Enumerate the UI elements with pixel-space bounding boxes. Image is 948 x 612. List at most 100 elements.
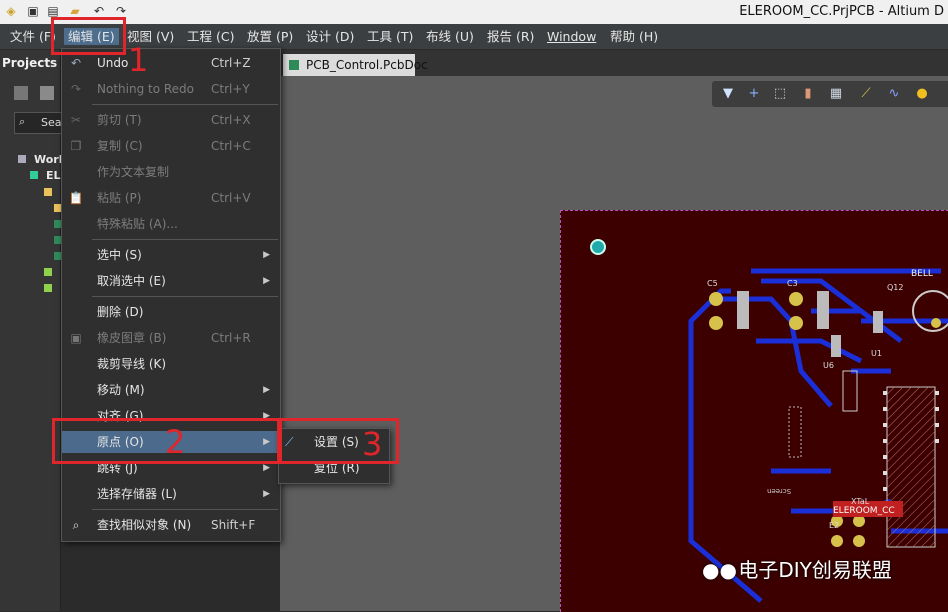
menu-separator: [92, 509, 278, 510]
menu-item-paste-special[interactable]: 特殊粘贴 (A)...: [62, 213, 280, 235]
submenu-arrow-icon: ▶: [263, 276, 270, 286]
undo-icon: ↶: [70, 56, 82, 70]
menu-item-redo[interactable]: ↷ Nothing to Redo Ctrl+Y: [62, 78, 280, 100]
menu-window[interactable]: Window: [547, 28, 596, 45]
menu-project[interactable]: 工程 (C): [187, 28, 234, 45]
submenu-arrow-icon: ▶: [263, 385, 270, 395]
menu-route[interactable]: 布线 (U): [426, 28, 474, 45]
menu-item-label: 选择存储器 (L): [97, 487, 177, 501]
stamp-icon: ▣: [70, 331, 82, 345]
menu-item-shortcut: Ctrl+Y: [211, 82, 250, 96]
menu-item-shortcut: Ctrl+C: [211, 139, 251, 153]
projects-panel-title[interactable]: Projects: [2, 53, 60, 73]
submenu-arrow-icon: ▶: [263, 250, 270, 260]
menu-item-label: 特殊粘贴 (A)...: [97, 217, 178, 231]
crosshair-icon[interactable]: +: [746, 86, 762, 102]
menu-place[interactable]: 放置 (P): [247, 28, 293, 45]
project-search-box[interactable]: ⌕ Sea: [14, 112, 62, 134]
menu-item-label: 裁剪导线 (K): [97, 357, 167, 371]
menu-help[interactable]: 帮助 (H): [610, 28, 658, 45]
menu-item-copy[interactable]: ❐ 复制 (C) Ctrl+C: [62, 135, 280, 157]
search-icon: ⌕: [19, 115, 26, 128]
annotation-step-2: 2: [165, 423, 186, 461]
menu-item-select[interactable]: 选中 (S) ▶: [62, 244, 280, 266]
menu-tools[interactable]: 工具 (T): [367, 28, 413, 45]
open-folder-icon[interactable]: ▰: [68, 4, 82, 18]
menu-item-label: 查找相似对象 (N): [97, 518, 192, 532]
menu-item-label: 复制 (C): [97, 139, 143, 153]
tab-pcb-control[interactable]: PCB_Control.PcbDoc: [283, 54, 428, 76]
pad-icon[interactable]: ●: [914, 86, 930, 102]
redo-icon[interactable]: ↷: [114, 4, 128, 18]
select-rect-icon[interactable]: ⬚: [772, 86, 788, 102]
menu-item-shortcut: Shift+F: [211, 518, 256, 532]
save-all-icon[interactable]: ▤: [46, 4, 60, 18]
menu-item-label: 橡皮图章 (B): [97, 331, 167, 345]
workspace-icon: [18, 155, 26, 163]
menu-item-delete[interactable]: 删除 (D): [62, 301, 280, 323]
menu-item-label: 删除 (D): [97, 305, 144, 319]
annotation-box-edit-menu: [51, 17, 126, 55]
menu-item-move[interactable]: 移动 (M) ▶: [62, 379, 280, 401]
menu-item-label: 粘贴 (P): [97, 191, 142, 205]
copy-icon: ❐: [70, 139, 82, 153]
filter-icon[interactable]: ▼: [720, 86, 736, 102]
menu-item-cut[interactable]: ✂ 剪切 (T) Ctrl+X: [62, 109, 280, 131]
redo-icon: ↷: [70, 82, 82, 96]
menu-item-shortcut: Ctrl+X: [211, 113, 251, 127]
project-node[interactable]: EL: [46, 169, 61, 182]
menu-item-deselect[interactable]: 取消选中 (E) ▶: [62, 270, 280, 292]
label-eleroom: ELEROOM_CC: [833, 506, 895, 516]
submenu-arrow-icon: ▶: [263, 489, 270, 499]
pcb-document-icon: [289, 60, 299, 70]
scissors-icon: ✂: [70, 113, 82, 127]
pcb-traces: [590, 239, 948, 603]
projects-panel: [0, 50, 61, 611]
menu-item-rubber-stamp[interactable]: ▣ 橡皮图章 (B) Ctrl+R: [62, 327, 280, 349]
label-screen: Screen: [767, 487, 792, 495]
menu-item-shortcut: Ctrl+V: [211, 191, 251, 205]
label-q12: Q12: [887, 283, 904, 292]
menu-item-shortcut: Ctrl+R: [211, 331, 251, 345]
menu-reports[interactable]: 报告 (R): [487, 28, 534, 45]
annotation-step-3: 3: [362, 425, 383, 463]
label-xtal: XTaL: [851, 497, 870, 506]
component-icon[interactable]: ▦: [828, 86, 844, 102]
menu-item-paste[interactable]: 📋 粘贴 (P) Ctrl+V: [62, 187, 280, 209]
menu-item-find-similar[interactable]: ⌕ 查找相似对象 (N) Shift+F: [62, 514, 280, 536]
route-icon[interactable]: ⟋: [858, 86, 874, 102]
align-icon[interactable]: ▮: [800, 86, 816, 102]
menu-item-shortcut: Ctrl+Z: [211, 56, 251, 70]
menu-item-undo[interactable]: ↶ Undo Ctrl+Z: [62, 52, 280, 74]
menu-item-selection-memory[interactable]: 选择存储器 (L) ▶: [62, 483, 280, 505]
project-options-icon[interactable]: [40, 86, 54, 100]
save-project-icon[interactable]: [14, 86, 28, 100]
label-c5: C5: [707, 279, 718, 288]
pcb-project-icon: [30, 171, 38, 179]
undo-icon[interactable]: ↶: [92, 4, 106, 18]
menu-item-slice-tracks[interactable]: 裁剪导线 (K): [62, 353, 280, 375]
label-c3: C3: [787, 279, 798, 288]
menu-item-label: 剪切 (T): [97, 113, 142, 127]
interactive-route-icon[interactable]: ∿: [886, 86, 902, 102]
menu-item-label: 移动 (M): [97, 383, 145, 397]
menu-separator: [92, 239, 278, 240]
menu-item-label: 选中 (S): [97, 248, 142, 262]
annotation-step-1: 1: [128, 41, 149, 79]
altium-logo-icon: ◈: [6, 4, 16, 18]
search-icon: ⌕: [72, 518, 80, 532]
menu-file[interactable]: 文件 (F): [10, 28, 56, 45]
menu-item-copy-as-text[interactable]: 作为文本复制: [62, 161, 280, 183]
menu-design[interactable]: 设计 (D): [306, 28, 354, 45]
save-icon[interactable]: ▣: [26, 4, 40, 18]
label-u1: U1: [871, 349, 882, 358]
menu-item-label: 作为文本复制: [97, 165, 170, 179]
edit-menu-dropdown: ↶ Undo Ctrl+Z ↷ Nothing to Redo Ctrl+Y ✂…: [61, 48, 281, 542]
folder-icon: [44, 268, 52, 276]
active-bar-toolbar: ▼ + ⬚ ▮ ▦ ⟋ ∿ ●: [712, 81, 948, 107]
menu-item-label: 取消选中 (E): [97, 274, 166, 288]
label-e2: E2: [829, 521, 840, 530]
tab-label: PCB_Control.PcbDoc: [306, 58, 428, 72]
label-bell: BELL: [911, 269, 933, 279]
paste-icon: 📋: [68, 191, 84, 205]
